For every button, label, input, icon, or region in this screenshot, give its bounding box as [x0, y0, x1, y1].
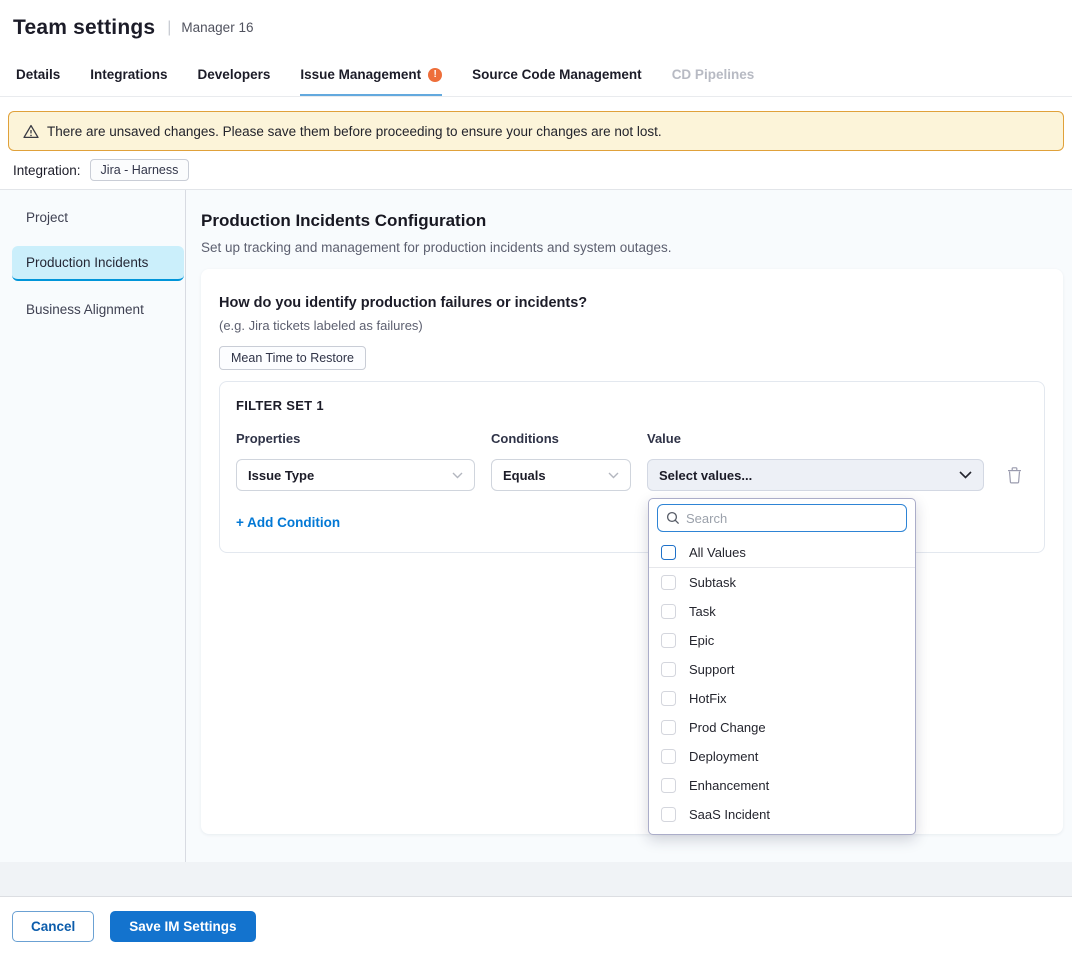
title-divider: |	[167, 19, 171, 37]
integration-label: Integration:	[13, 163, 81, 178]
select-all-option[interactable]: All Values	[649, 538, 915, 568]
value-option[interactable]: Support	[649, 655, 915, 684]
option-checkbox[interactable]	[661, 662, 676, 677]
page-title: Team settings	[13, 16, 155, 40]
option-checkbox[interactable]	[661, 720, 676, 735]
tab-bar: Details Integrations Developers Issue Ma…	[0, 55, 1072, 97]
option-checkbox[interactable]	[661, 604, 676, 619]
option-checkbox[interactable]	[661, 807, 676, 822]
warning-icon	[23, 124, 39, 139]
filter-grid: Properties Conditions Value Issue Type E…	[236, 431, 1028, 491]
sidebar-item-project[interactable]: Project	[0, 202, 185, 233]
sidebar-item-production-incidents[interactable]: Production Incidents	[12, 246, 184, 281]
value-cell: Select values...	[647, 459, 984, 491]
filter-set-title: FILTER SET 1	[236, 398, 1028, 413]
value-option[interactable]: SaaS Incident	[649, 800, 915, 829]
value-option[interactable]: Epic	[649, 626, 915, 655]
section-title: Production Incidents Configuration	[201, 211, 1063, 231]
option-checkbox[interactable]	[661, 691, 676, 706]
main-panel: Production Incidents Configuration Set u…	[186, 190, 1072, 862]
integration-row: Integration: Jira - Harness	[0, 151, 1072, 190]
value-option[interactable]: Subtask	[649, 568, 915, 597]
footer-bar: Cancel Save IM Settings	[0, 896, 1072, 956]
tab-issue-management[interactable]: Issue Management !	[300, 55, 442, 96]
value-option[interactable]: HotFix	[649, 684, 915, 713]
chevron-down-icon	[452, 472, 463, 479]
integration-chip[interactable]: Jira - Harness	[90, 159, 190, 181]
tab-developers[interactable]: Developers	[198, 55, 271, 96]
config-card: How do you identify production failures …	[201, 269, 1063, 834]
value-option[interactable]: Enhancement	[649, 771, 915, 800]
cancel-button[interactable]: Cancel	[12, 911, 94, 942]
option-checkbox[interactable]	[661, 749, 676, 764]
banner-text: There are unsaved changes. Please save t…	[47, 124, 662, 139]
save-im-settings-button[interactable]: Save IM Settings	[110, 911, 255, 942]
add-condition-button[interactable]: + Add Condition	[236, 515, 340, 530]
tab-cd-pipelines: CD Pipelines	[672, 55, 755, 96]
tab-details[interactable]: Details	[16, 55, 60, 96]
banner-container: There are unsaved changes. Please save t…	[0, 97, 1072, 151]
question-heading: How do you identify production failures …	[219, 295, 1045, 311]
dropdown-search[interactable]	[657, 504, 907, 532]
trash-cell	[1000, 459, 1028, 491]
filter-set-card: FILTER SET 1 Properties Conditions Value…	[219, 381, 1045, 553]
option-checkbox[interactable]	[661, 778, 676, 793]
value-option[interactable]: Deployment	[649, 742, 915, 771]
value-option[interactable]: Task	[649, 597, 915, 626]
section-subtitle: Set up tracking and management for produ…	[201, 240, 1063, 255]
trash-icon[interactable]	[1007, 467, 1022, 484]
chevron-down-icon	[608, 472, 619, 479]
team-name: Manager 16	[181, 20, 253, 35]
option-checkbox[interactable]	[661, 575, 676, 590]
checkbox-all-values[interactable]	[661, 545, 676, 560]
unsaved-changes-banner: There are unsaved changes. Please save t…	[8, 111, 1064, 151]
search-input[interactable]	[686, 511, 898, 526]
value-column-label: Value	[647, 431, 984, 446]
value-options-list: Subtask Task	[649, 568, 915, 835]
tab-integrations[interactable]: Integrations	[90, 55, 167, 96]
tab-source-code-management[interactable]: Source Code Management	[472, 55, 642, 96]
metric-chip[interactable]: Mean Time to Restore	[219, 346, 366, 370]
properties-column-label: Properties	[236, 431, 475, 446]
option-checkbox[interactable]	[661, 633, 676, 648]
chevron-down-icon	[959, 471, 972, 479]
settings-sidebar: Project Production Incidents Business Al…	[0, 190, 186, 862]
alert-badge-icon: !	[428, 68, 442, 82]
value-dropdown-panel: All Values Subtask	[648, 498, 916, 835]
condition-select[interactable]: Equals	[491, 459, 631, 491]
conditions-column-label: Conditions	[491, 431, 631, 446]
value-multiselect[interactable]: Select values...	[647, 459, 984, 491]
page-header: Team settings | Manager 16	[0, 0, 1072, 55]
content-area: Project Production Incidents Business Al…	[0, 190, 1072, 862]
question-hint: (e.g. Jira tickets labeled as failures)	[219, 318, 1045, 333]
sidebar-item-business-alignment[interactable]: Business Alignment	[0, 294, 185, 325]
value-option[interactable]: Customer Notification	[649, 829, 915, 835]
search-icon	[666, 511, 680, 525]
pre-footer-strip	[0, 862, 1072, 896]
value-option[interactable]: Prod Change	[649, 713, 915, 742]
property-select[interactable]: Issue Type	[236, 459, 475, 491]
